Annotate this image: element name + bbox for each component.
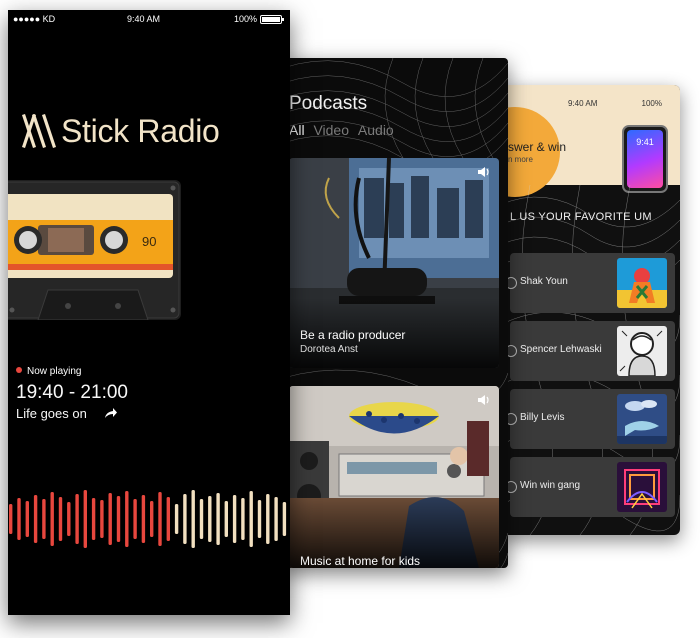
waveform-bar <box>33 495 38 543</box>
podcast-author: Dorotea Anst <box>300 344 358 355</box>
waveform-bar <box>166 497 170 541</box>
podcast-card[interactable]: Be a radio producer Dorotea Anst <box>289 158 499 368</box>
waveform-bar <box>17 498 21 540</box>
tab-audio[interactable]: Audio <box>358 122 394 138</box>
album-artist: Billy Levis <box>520 412 565 423</box>
promo-learn-more-link[interactable]: n more <box>508 155 533 164</box>
promo-banner[interactable]: 9:40 AM 100% swer & win n more 9:41 <box>500 85 680 197</box>
waveform-bar <box>266 494 270 544</box>
album-list: Shak Youn Spencer Lehwaski Billy Levis W… <box>505 253 675 525</box>
podcast-title: Be a radio producer <box>300 328 406 342</box>
app-title: Stick Radio <box>61 113 220 149</box>
waveform-bar <box>174 504 179 534</box>
cassette-label-90: 90 <box>142 234 156 249</box>
waveform-bar <box>67 502 71 536</box>
cassette-tape-image: 90 <box>8 180 181 320</box>
album-option-4[interactable]: Win win gang <box>505 457 675 517</box>
waveform-bar <box>274 497 278 541</box>
podcasts-screen: Podcasts All Video Audio Be a radio prod… <box>283 58 508 568</box>
album-option-3[interactable]: Billy Levis <box>505 389 675 449</box>
waveform-bar <box>208 496 212 542</box>
waveform-bar <box>25 501 29 537</box>
promo-title: swer & win <box>508 140 567 154</box>
podcast-title: Music at home for kids <box>300 554 421 568</box>
album-poll-screen: 9:40 AM 100% swer & win n more 9:41 L US… <box>500 85 680 535</box>
now-playing-indicator: Now playing <box>16 366 81 377</box>
album-option-2[interactable]: Spencer Lehwaski <box>505 321 675 381</box>
waveform-bar <box>100 500 104 538</box>
album-artist: Shak Youn <box>520 276 568 287</box>
stick-logo-icon <box>21 113 57 149</box>
poll-heading: L US YOUR FAVORITE UM <box>510 211 652 223</box>
album-artist: Spencer Lehwaski <box>520 344 602 355</box>
album-cover <box>617 258 667 308</box>
waveform-bar <box>91 498 96 540</box>
now-playing-screen: ●●●●● KD 9:40 AM 100% Stick Radio 90 Now… <box>8 10 290 615</box>
status-time: 9:40 AM <box>568 99 598 108</box>
share-icon[interactable] <box>104 407 118 419</box>
audio-waveform <box>9 490 287 548</box>
album-artist: Win win gang <box>520 480 581 491</box>
waveform-bar <box>150 501 154 537</box>
phone-time: 9:41 <box>636 137 654 147</box>
waveform-bar <box>50 492 54 546</box>
waveform-bar <box>58 497 63 541</box>
sound-icon[interactable] <box>477 166 491 178</box>
waveform-bar <box>83 490 87 548</box>
status-time: 9:40 AM <box>127 14 161 24</box>
status-carrier: ●●●●● KD <box>13 14 56 24</box>
waveform-bar <box>75 494 79 544</box>
waveform-bar <box>191 490 195 548</box>
waveform-bar <box>183 494 187 544</box>
battery-icon <box>260 15 284 24</box>
album-cover <box>617 394 667 444</box>
status-battery: 100% <box>641 99 662 108</box>
waveform-bar <box>125 491 129 547</box>
waveform-bar <box>249 491 253 547</box>
waveform-bar <box>199 499 204 539</box>
podcast-tabs: All Video Audio <box>289 122 399 138</box>
phone-image: 9:41 <box>622 125 668 193</box>
tab-video[interactable]: Video <box>313 122 349 138</box>
waveform-bar <box>257 500 262 538</box>
tab-all[interactable]: All <box>289 122 305 138</box>
waveform-bar <box>9 504 13 534</box>
waveform-bar <box>232 495 237 543</box>
page-title: Podcasts <box>289 93 368 114</box>
live-dot-icon <box>16 367 22 373</box>
status-battery: 100% <box>234 14 258 24</box>
album-cover <box>617 462 667 512</box>
waveform-bar <box>133 499 137 539</box>
now-playing-label: Now playing <box>27 366 82 377</box>
sound-icon[interactable] <box>477 394 491 406</box>
podcast-card[interactable]: Music at home for kids <box>289 386 499 568</box>
album-cover <box>617 326 667 376</box>
waveform-bar <box>216 493 220 545</box>
waveform-bar <box>141 495 146 543</box>
show-time-range: 19:40 - 21:00 <box>16 382 128 403</box>
waveform-bar <box>282 502 287 536</box>
waveform-bar <box>108 493 112 545</box>
album-option-1[interactable]: Shak Youn <box>505 253 675 313</box>
waveform-bar <box>241 498 245 540</box>
show-name: Life goes on <box>16 406 87 421</box>
waveform-bar <box>158 492 162 546</box>
status-bar: ●●●●● KD 9:40 AM 100% <box>8 10 290 28</box>
waveform-bar <box>224 501 228 537</box>
waveform-bar <box>116 496 121 542</box>
waveform-bar <box>42 499 46 539</box>
